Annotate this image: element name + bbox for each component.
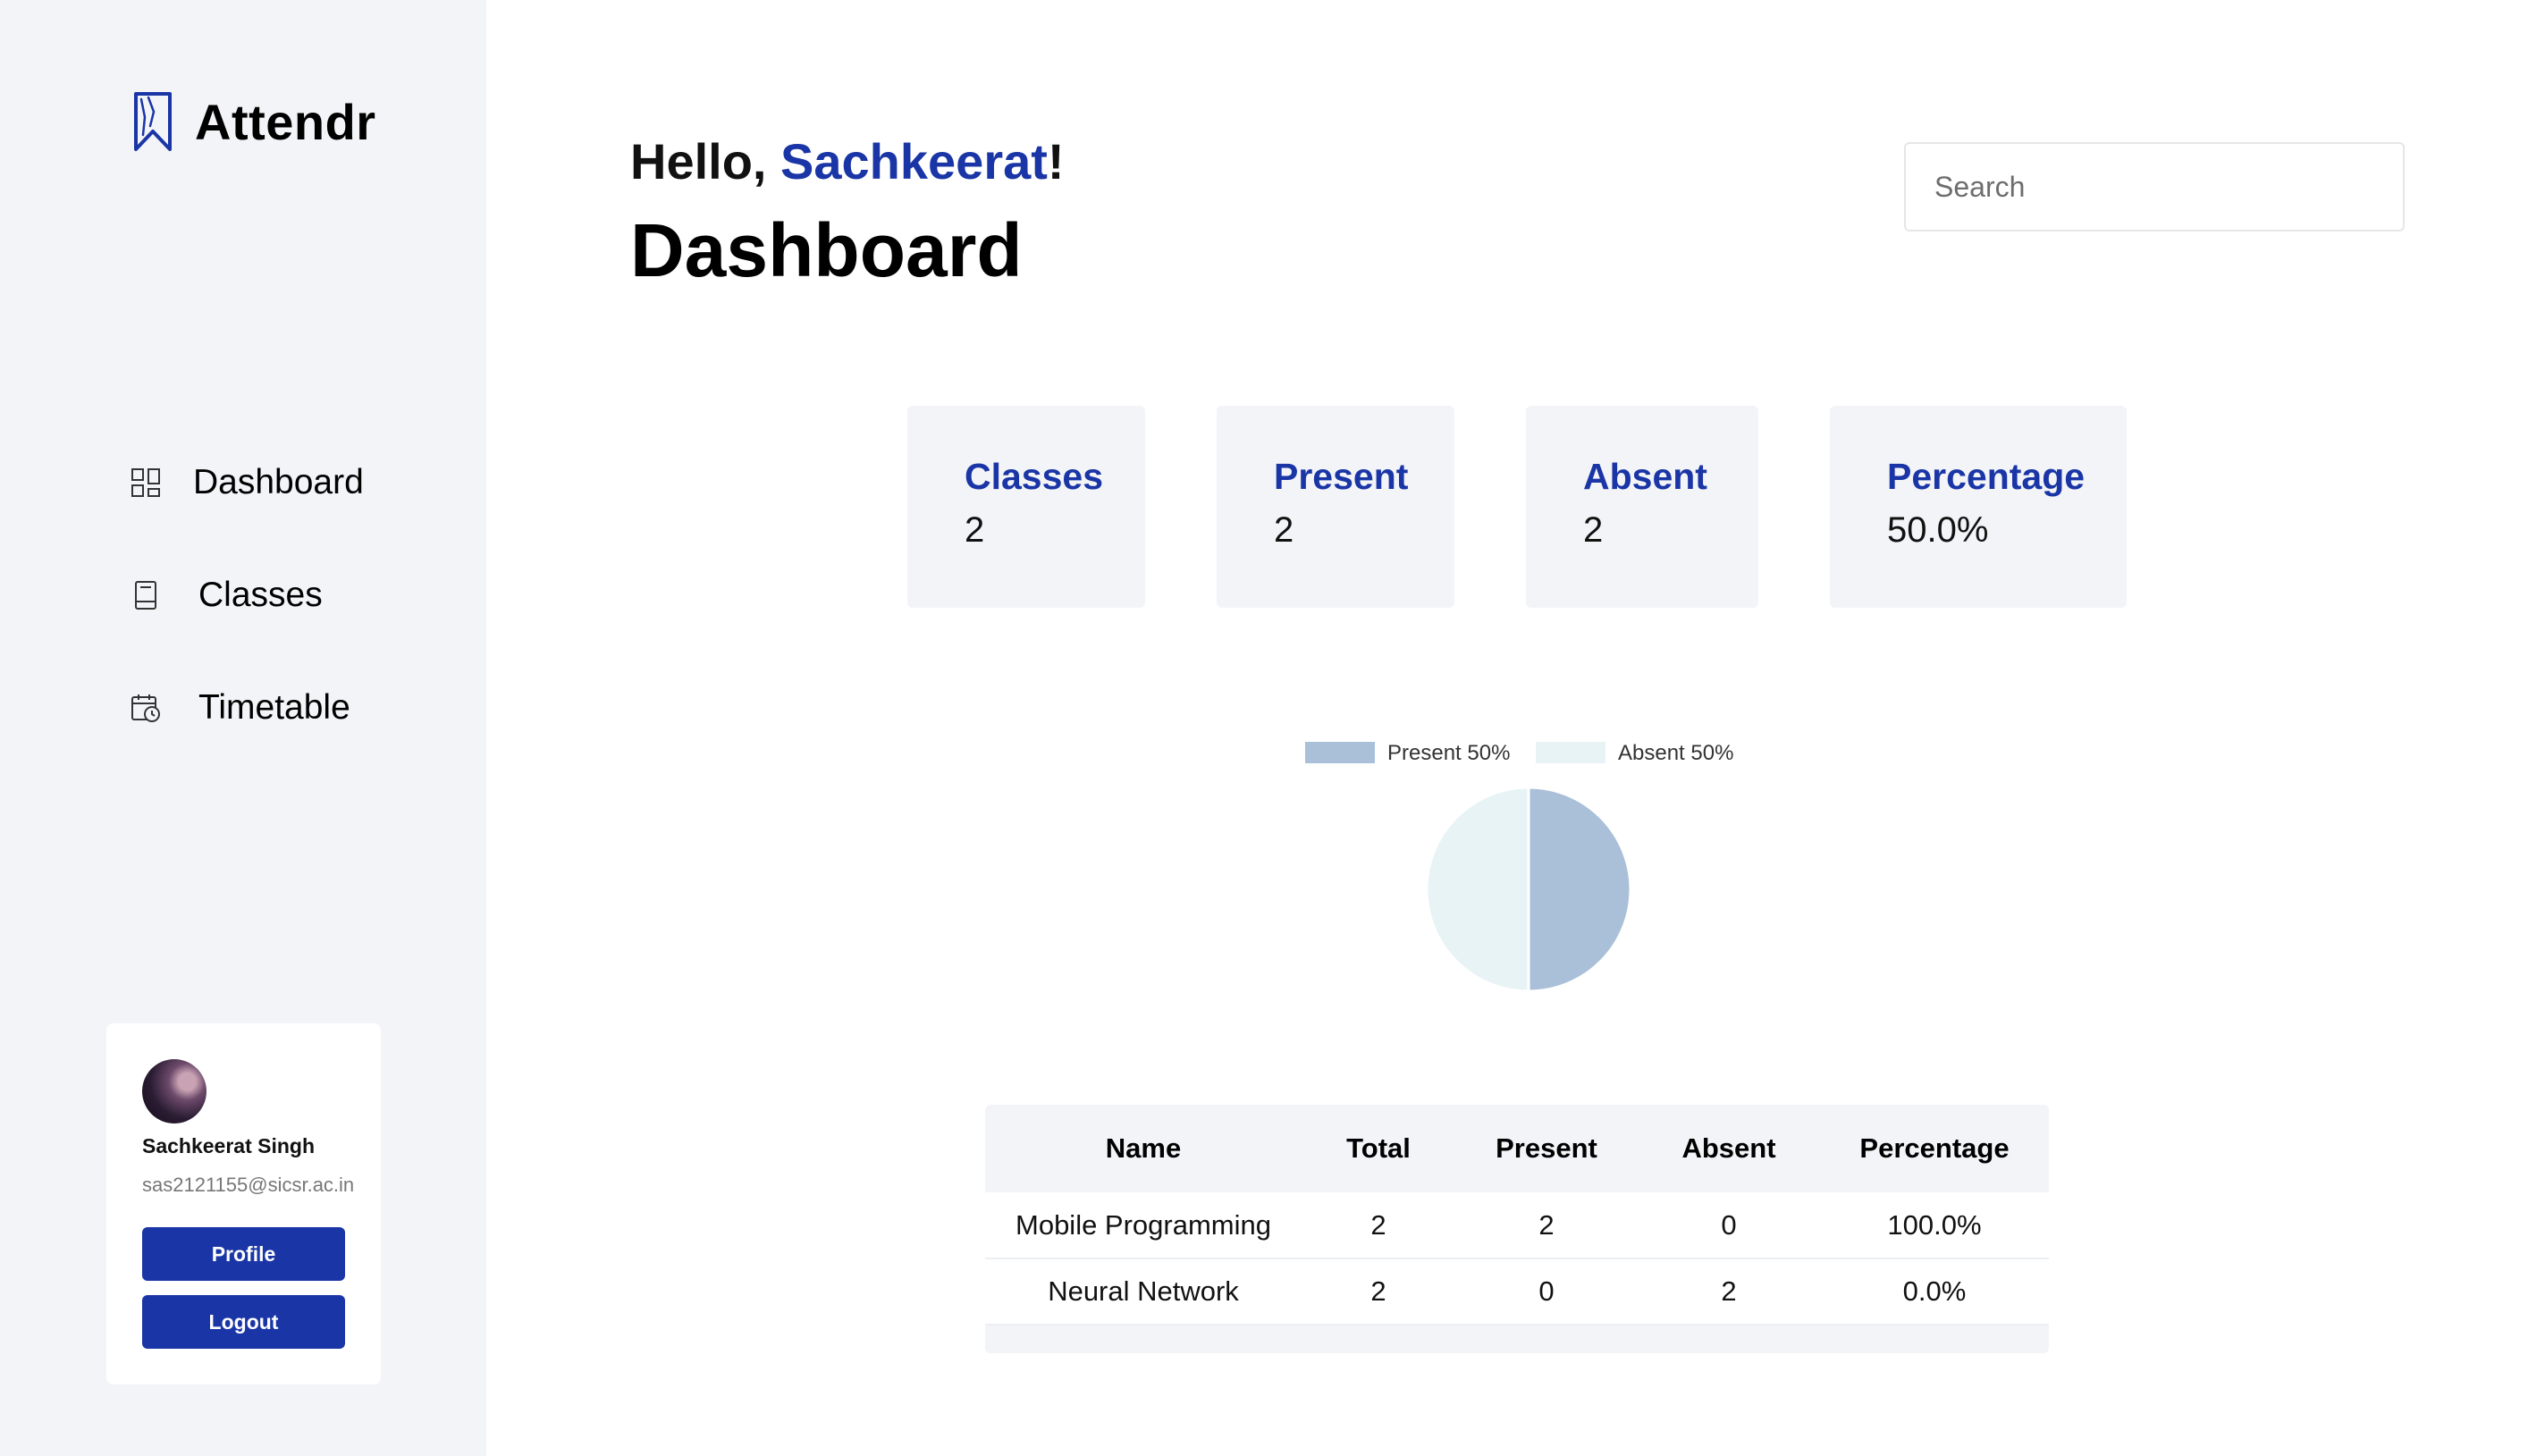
- cell-absent: 0: [1638, 1192, 1820, 1259]
- cell-absent: 2: [1638, 1258, 1820, 1326]
- stat-label: Present: [1274, 456, 1409, 497]
- sidebar-item-label: Classes: [198, 576, 323, 614]
- app-logo[interactable]: Attendr: [132, 89, 376, 154]
- stat-label: Percentage: [1887, 456, 2086, 497]
- legend-swatch-absent[interactable]: [1536, 742, 1605, 763]
- app-root: Attendr Dashboard Classes Timetable Sach…: [0, 0, 2545, 1456]
- book-icon: [135, 581, 156, 610]
- attendance-table: Name Total Present Absent Percentage Mob…: [985, 1105, 2049, 1353]
- bookmark-logo-icon: [134, 92, 172, 151]
- cell-name: Neural Network: [985, 1258, 1302, 1326]
- profile-button[interactable]: Profile: [142, 1227, 345, 1281]
- cell-total: 2: [1302, 1258, 1455, 1326]
- pie-chart-svg: Present 50% Absent 50%: [1305, 741, 1733, 993]
- cell-present: 2: [1455, 1192, 1638, 1259]
- table-header-row: Name Total Present Absent Percentage: [985, 1105, 2049, 1192]
- stat-value: 2: [1274, 510, 1294, 550]
- pie-slice-present[interactable]: [1527, 786, 1632, 993]
- stat-value: 2: [1583, 510, 1604, 550]
- cell-name: Mobile Programming: [985, 1192, 1302, 1259]
- sidebar-item-classes[interactable]: Classes: [131, 568, 323, 622]
- app-name: Attendr: [195, 93, 376, 150]
- table-row[interactable]: Neural Network 2 0 2 0.0%: [985, 1258, 2049, 1326]
- search-input[interactable]: [1904, 142, 2405, 231]
- legend-swatch-present[interactable]: [1305, 742, 1375, 763]
- legend-label-present[interactable]: Present 50%: [1387, 741, 1510, 765]
- column-header[interactable]: Absent: [1638, 1105, 1820, 1192]
- stat-value: 2: [965, 510, 985, 550]
- calendar-clock-icon: [131, 694, 160, 722]
- attendance-table-grid: Name Total Present Absent Percentage Mob…: [985, 1105, 2049, 1326]
- sidebar-item-label: Dashboard: [193, 463, 364, 501]
- greeting: Hello, Sachkeerat!: [630, 132, 1065, 190]
- sidebar-item-dashboard[interactable]: Dashboard: [131, 456, 364, 509]
- greeting-suffix: !: [1047, 133, 1065, 189]
- greeting-prefix: Hello,: [630, 133, 781, 189]
- sidebar: Attendr Dashboard Classes Timetable Sach…: [0, 0, 486, 1456]
- pie-slice-absent[interactable]: [1425, 786, 1530, 993]
- logout-button[interactable]: Logout: [142, 1295, 345, 1349]
- avatar[interactable]: [142, 1059, 206, 1124]
- stat-label: Classes: [965, 456, 1104, 497]
- column-header[interactable]: Percentage: [1820, 1105, 2049, 1192]
- column-header[interactable]: Present: [1455, 1105, 1638, 1192]
- column-header[interactable]: Total: [1302, 1105, 1455, 1192]
- stat-card-classes: Classes 2: [907, 406, 1145, 608]
- stat-card-absent: Absent 2: [1526, 406, 1758, 608]
- sidebar-item-label: Timetable: [198, 688, 350, 727]
- sidebar-item-timetable[interactable]: Timetable: [131, 681, 350, 735]
- cell-percentage: 100.0%: [1820, 1192, 2049, 1259]
- attendance-pie-chart: Present 50% Absent 50%: [1287, 724, 1770, 993]
- user-card: Sachkeerat Singh sas2121155@sicsr.ac.in …: [106, 1023, 381, 1384]
- stat-label: Absent: [1583, 456, 1707, 497]
- user-email: sas2121155@sicsr.ac.in: [142, 1174, 355, 1196]
- stat-value: 50.0%: [1887, 510, 1989, 550]
- legend-label-absent[interactable]: Absent 50%: [1618, 741, 1733, 765]
- cell-total: 2: [1302, 1192, 1455, 1259]
- greeting-name: Sachkeerat: [780, 133, 1048, 189]
- column-header[interactable]: Name: [985, 1105, 1302, 1192]
- cell-present: 0: [1455, 1258, 1638, 1326]
- stat-card-present: Present 2: [1217, 406, 1454, 608]
- page-title: Dashboard: [630, 208, 1023, 292]
- stat-card-percentage: Percentage 50.0%: [1830, 406, 2127, 608]
- cell-percentage: 0.0%: [1820, 1258, 2049, 1326]
- table-row[interactable]: Mobile Programming 2 2 0 100.0%: [985, 1192, 2049, 1259]
- user-name: Sachkeerat Singh: [142, 1134, 316, 1157]
- grid-icon: [131, 468, 160, 497]
